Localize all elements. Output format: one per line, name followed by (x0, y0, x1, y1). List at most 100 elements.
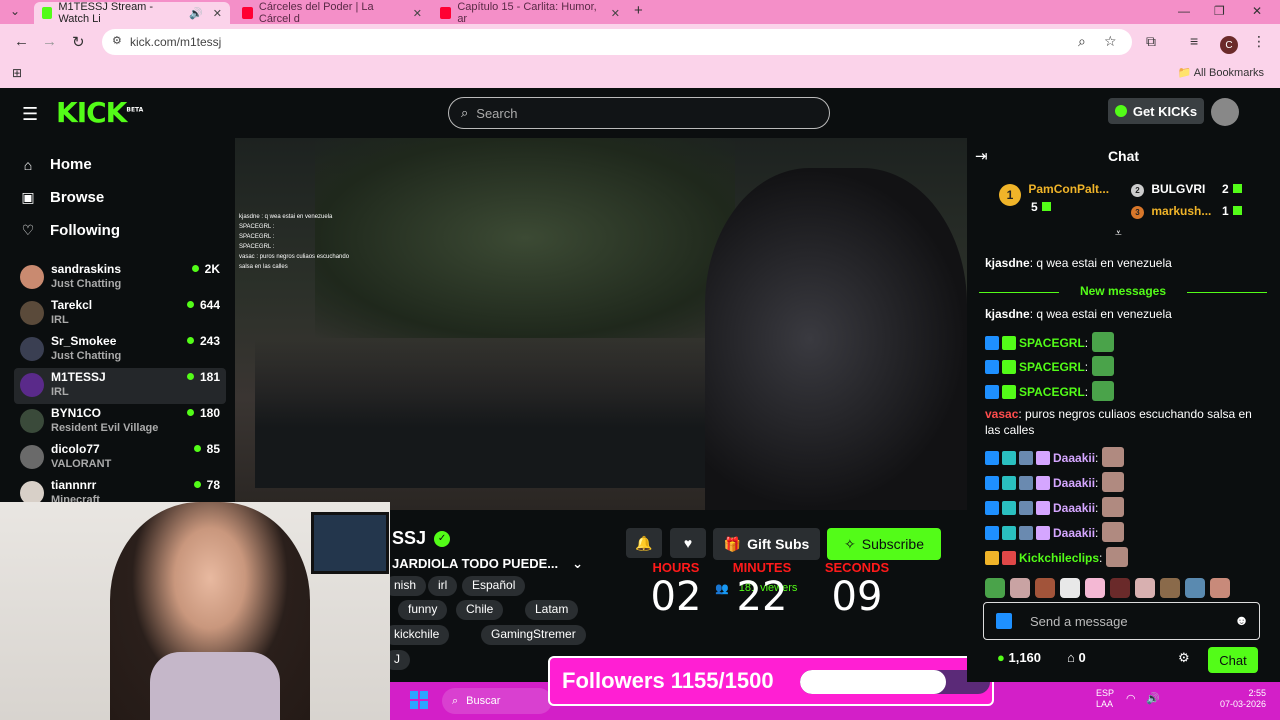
chat-username[interactable]: kjasdne (985, 307, 1030, 321)
emote-icon[interactable] (1160, 578, 1180, 598)
notification-bell-button[interactable]: 🔔 (626, 528, 662, 558)
collapse-chat-icon[interactable]: ⇥ (975, 147, 988, 165)
emote-icon[interactable] (1060, 578, 1080, 598)
gift-subs-button[interactable]: 🎁 Gift Subs (713, 528, 820, 560)
extensions-icon[interactable]: ⧉ (1146, 33, 1156, 50)
tab-kick[interactable]: M1TESSJ Stream - Watch Li 🔊 ✕ (34, 1, 230, 25)
site-info-icon[interactable]: ⚙ (112, 34, 122, 47)
stream-title[interactable]: JARDIOLA TODO PUEDE... ⌄ (392, 556, 583, 572)
chat-message-input[interactable]: Send a message ☻ (983, 602, 1260, 640)
forward-icon[interactable]: → (42, 33, 57, 50)
search-input[interactable]: ⌕ Search (448, 97, 830, 129)
tab-search-icon[interactable]: ⌄ (10, 4, 20, 18)
kicks-balance[interactable]: ● 1,160 (997, 650, 1041, 665)
new-tab-button[interactable]: + (634, 2, 643, 19)
sidebar-item-home[interactable]: ⌂ Home (20, 156, 92, 173)
emote-icon[interactable] (1110, 578, 1130, 598)
emote-icon[interactable] (1185, 578, 1205, 598)
new-messages-divider[interactable]: New messages (979, 284, 1267, 298)
tag[interactable]: Español (462, 576, 526, 596)
chat-username[interactable]: SPACEGRL (1019, 336, 1085, 350)
follow-button[interactable]: ♥ (670, 528, 706, 558)
tag[interactable]: Latam (525, 600, 579, 620)
chat-username[interactable]: Daaakii (1053, 501, 1095, 515)
viewer-count: 181 (187, 370, 220, 384)
emoji-picker-icon[interactable]: ☻ (1234, 612, 1249, 628)
close-icon[interactable]: ✕ (611, 7, 620, 20)
logo-text: KICK (56, 96, 127, 129)
close-icon[interactable]: ✕ (213, 7, 222, 20)
star-icon: ✧ (844, 535, 856, 552)
media-control-icon[interactable]: ≡ (1190, 33, 1198, 49)
emote-icon[interactable] (1010, 578, 1030, 598)
tab-label: Capítulo 15 - Carlita: Humor, ar (457, 1, 597, 25)
taskbar-search[interactable]: ⌕ Buscar (442, 688, 552, 714)
taskbar-clock[interactable]: 2:55 07-03-2026 (1220, 688, 1266, 710)
keyboard-layout[interactable]: ESP LAA (1096, 688, 1114, 710)
chevron-down-icon[interactable]: ⌄ (572, 556, 583, 572)
followed-channel[interactable]: Tarekcl IRL 644 (14, 296, 226, 332)
volume-icon[interactable]: 🔊 (1146, 694, 1160, 705)
send-chat-button[interactable]: Chat (1208, 647, 1258, 673)
all-bookmarks-button[interactable]: 📁 All Bookmarks (1178, 66, 1264, 79)
tab-youtube-2[interactable]: Capítulo 15 - Carlita: Humor, ar ✕ (432, 1, 628, 25)
chat-username[interactable]: Daaakii (1053, 476, 1095, 490)
followed-channel[interactable]: Sr_Smokee Just Chatting 243 (14, 332, 226, 368)
followed-channel-active[interactable]: M1TESSJ IRL 181 (14, 368, 226, 404)
followed-channel[interactable]: sandraskins Just Chatting 2K (14, 260, 226, 296)
expand-leaderboard-icon[interactable]: ⩡ (1115, 226, 1122, 241)
emote-icon[interactable] (1210, 578, 1230, 598)
reload-icon[interactable]: ↻ (72, 33, 85, 51)
leaderboard-entry[interactable]: 1 PamConPalt... (999, 182, 1109, 206)
browser-tab-bar: ⌄ M1TESSJ Stream - Watch Li 🔊 ✕ Cárceles… (0, 0, 1280, 25)
close-window-icon[interactable]: ✕ (1252, 4, 1262, 18)
emote-icon[interactable] (1135, 578, 1155, 598)
emote-icon[interactable] (1035, 578, 1055, 598)
sidebar-item-browse[interactable]: ▣ Browse (20, 189, 104, 206)
restore-icon[interactable]: ❐ (1214, 4, 1225, 18)
leaderboard-count: 5 (1031, 200, 1051, 214)
chat-username[interactable]: Kickchileclips (1019, 551, 1099, 565)
tag[interactable]: kickchile (384, 625, 450, 645)
pepe-emote-icon[interactable] (985, 578, 1005, 598)
windows-start-icon[interactable] (410, 691, 428, 709)
user-avatar[interactable] (1211, 98, 1239, 126)
emote-icon[interactable] (1085, 578, 1105, 598)
hamburger-menu-icon[interactable]: ☰ (22, 104, 38, 125)
tag[interactable]: irl (428, 576, 458, 596)
subscribe-button[interactable]: ✧ Subscribe (827, 528, 941, 560)
wifi-icon[interactable]: ◠ (1126, 694, 1136, 705)
chat-settings-icon[interactable]: ⚙ (1178, 650, 1190, 666)
tag[interactable]: funny (398, 600, 448, 620)
minimize-icon[interactable]: — (1178, 4, 1190, 18)
url-bar[interactable]: ⚙ kick.com/m1tessj (102, 29, 1132, 55)
chat-username[interactable]: kjasdne (985, 256, 1030, 270)
more-menu-icon[interactable]: ⋮ (1252, 33, 1266, 50)
chat-username[interactable]: SPACEGRL (1019, 385, 1085, 399)
tag[interactable]: nish (384, 576, 427, 596)
back-icon[interactable]: ← (14, 33, 29, 50)
close-icon[interactable]: ✕ (413, 7, 422, 20)
apps-icon[interactable]: ⊞ (12, 66, 22, 80)
followed-channel[interactable]: dicolo77 VALORANT 85 (14, 440, 226, 476)
chat-username[interactable]: SPACEGRL (1019, 360, 1085, 374)
channel-points[interactable]: ⌂ 0 (1067, 650, 1086, 665)
bookmark-star-icon[interactable]: ☆ (1104, 33, 1117, 50)
profile-avatar[interactable]: C (1220, 36, 1238, 54)
leaderboard-entry[interactable]: 3 markush... (1131, 204, 1211, 219)
zoom-icon[interactable]: ⌕ (1078, 33, 1086, 50)
chat-identity-icon[interactable] (996, 613, 1012, 629)
speaker-icon[interactable]: 🔊 (189, 7, 203, 20)
followed-channel[interactable]: BYN1CO Resident Evil Village 180 (14, 404, 226, 440)
tab-youtube-1[interactable]: Cárceles del Poder | La Cárcel d ✕ (234, 1, 430, 25)
sidebar-item-following[interactable]: ♡ Following (20, 222, 120, 239)
kick-logo[interactable]: KICKBETA (56, 96, 143, 129)
chat-username[interactable]: Daaakii (1053, 451, 1095, 465)
chat-username[interactable]: Daaakii (1053, 526, 1095, 540)
tag[interactable]: GamingStremer (481, 625, 586, 645)
tag[interactable]: Chile (456, 600, 504, 620)
video-player[interactable]: kjasdne : q wea estai en venezuela SPACE… (235, 138, 967, 510)
chat-username[interactable]: vasac (985, 407, 1018, 421)
get-kicks-button[interactable]: Get KICKs (1108, 98, 1204, 124)
leaderboard-entry[interactable]: 2 BULGVRI (1131, 182, 1205, 197)
